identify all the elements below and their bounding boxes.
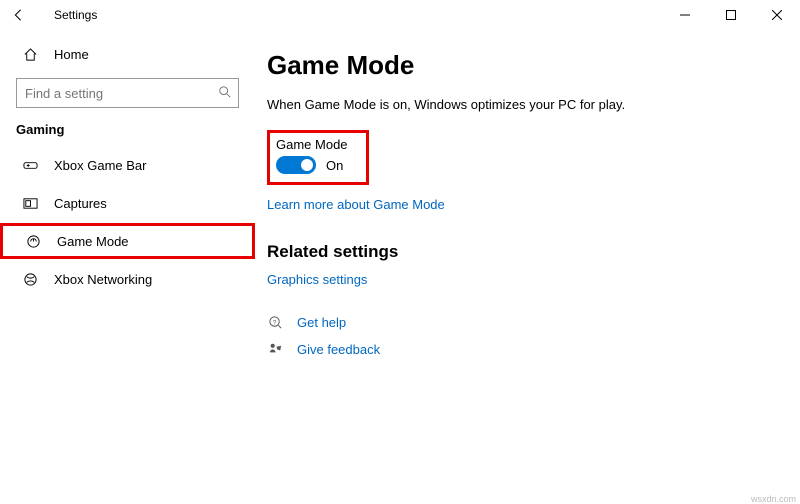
page-description: When Game Mode is on, Windows optimizes … xyxy=(267,97,766,112)
sidebar-item-xbox-game-bar[interactable]: Xbox Game Bar xyxy=(0,147,255,183)
home-label: Home xyxy=(54,47,89,62)
window-title: Settings xyxy=(54,8,97,22)
page-title: Game Mode xyxy=(267,50,766,81)
search-field[interactable] xyxy=(25,86,218,101)
toggle-state: On xyxy=(326,158,343,173)
give-feedback-link[interactable]: Give feedback xyxy=(297,342,380,357)
back-icon[interactable] xyxy=(8,8,28,22)
captures-icon xyxy=(22,196,38,211)
graphics-settings-link[interactable]: Graphics settings xyxy=(267,272,367,287)
search-input[interactable] xyxy=(16,78,239,108)
watermark: wsxdn.com xyxy=(751,494,796,504)
category-header: Gaming xyxy=(0,122,255,147)
game-mode-icon xyxy=(25,234,41,249)
minimize-button[interactable] xyxy=(662,0,708,30)
xbox-networking-icon xyxy=(22,272,38,287)
game-mode-toggle-block: Game Mode On xyxy=(267,130,369,185)
home-nav[interactable]: Home xyxy=(0,36,255,72)
get-help-icon: ? xyxy=(267,315,283,330)
sidebar-item-xbox-networking[interactable]: Xbox Networking xyxy=(0,261,255,297)
sidebar-item-label: Game Mode xyxy=(57,234,129,249)
search-icon xyxy=(218,85,232,102)
feedback-icon xyxy=(267,342,283,357)
toggle-label: Game Mode xyxy=(276,137,360,152)
learn-more-link[interactable]: Learn more about Game Mode xyxy=(267,197,445,212)
svg-text:?: ? xyxy=(272,319,276,326)
close-button[interactable] xyxy=(754,0,800,30)
sidebar-item-label: Captures xyxy=(54,196,107,211)
related-settings-header: Related settings xyxy=(267,242,766,262)
get-help-link[interactable]: Get help xyxy=(297,315,346,330)
sidebar-item-label: Xbox Networking xyxy=(54,272,152,287)
game-mode-toggle[interactable] xyxy=(276,156,316,174)
sidebar-item-captures[interactable]: Captures xyxy=(0,185,255,221)
maximize-button[interactable] xyxy=(708,0,754,30)
game-bar-icon xyxy=(22,158,38,173)
sidebar-item-game-mode[interactable]: Game Mode xyxy=(0,223,255,259)
sidebar-item-label: Xbox Game Bar xyxy=(54,158,147,173)
home-icon xyxy=(22,47,38,62)
